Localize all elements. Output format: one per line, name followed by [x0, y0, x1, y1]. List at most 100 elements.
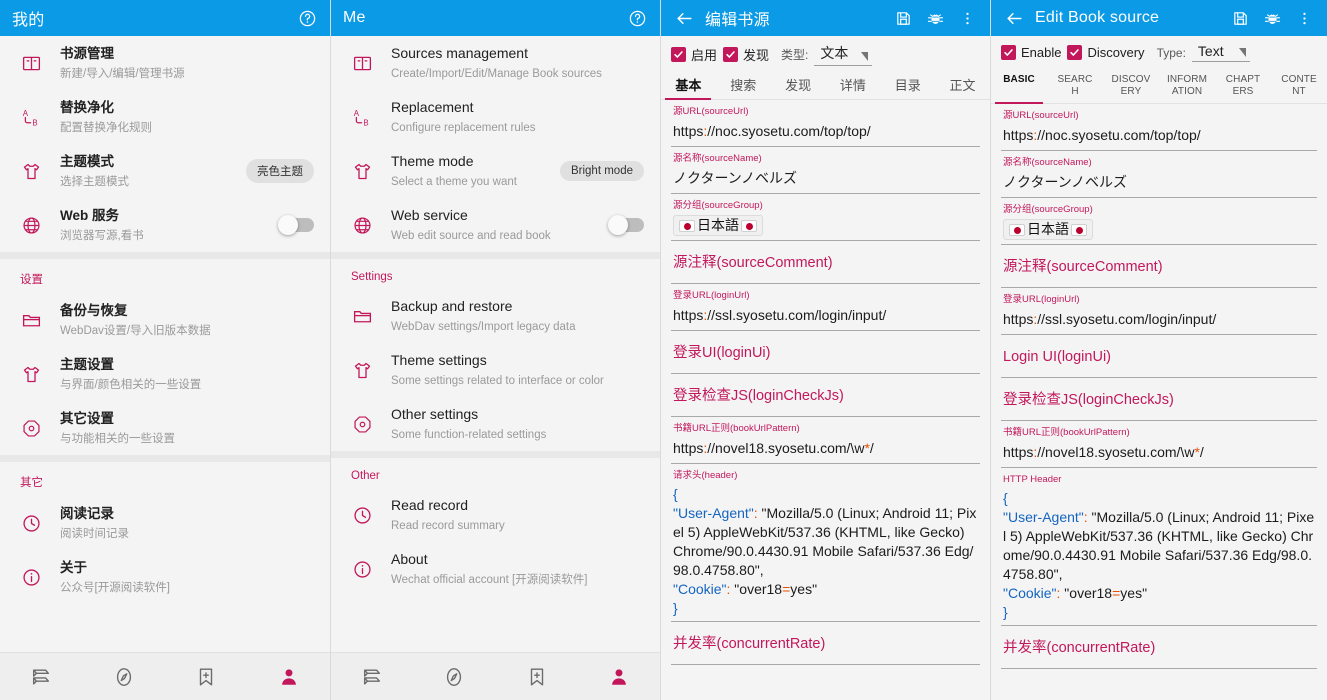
tab-搜索[interactable]: 搜索 — [716, 71, 771, 99]
tab-basic[interactable]: BASIC — [991, 67, 1047, 104]
tab-详情[interactable]: 详情 — [825, 71, 880, 99]
settings-item-folder[interactable]: Backup and restore WebDav settings/Import… — [331, 289, 660, 343]
me-scroll-en[interactable]: Sources management Create/Import/Edit/Man… — [331, 36, 660, 652]
source-group-chip[interactable]: 日本語 — [1003, 219, 1093, 240]
me-list-en: Sources management Create/Import/Edit/Man… — [331, 36, 660, 700]
settings-group: 其它 阅读记录 阅读时间记录 关于 公众号[开源阅读软件] — [0, 455, 330, 604]
field-label: 源URL(sourceUrl) — [1003, 110, 1079, 121]
save-floppy-icon[interactable] — [1229, 7, 1251, 29]
settings-item-gear-octagon[interactable]: 其它设置 与功能相关的一些设置 — [0, 401, 330, 455]
field-input[interactable] — [671, 364, 980, 374]
save-floppy-icon[interactable] — [892, 7, 914, 29]
tab-基本[interactable]: 基本 — [661, 71, 716, 100]
type-select[interactable]: Text — [1191, 43, 1250, 62]
nav-bookmark-plus[interactable] — [186, 657, 226, 697]
settings-item-subtitle: 与界面/颜色相关的一些设置 — [60, 378, 202, 391]
settings-item-clock[interactable]: 阅读记录 阅读时间记录 — [0, 496, 330, 550]
source-group-chip[interactable]: 日本語 — [673, 215, 763, 236]
field-input[interactable]: ノクターンノベルズ — [1001, 170, 1317, 198]
field-input[interactable]: https://ssl.syosetu.com/login/input/ — [671, 303, 980, 331]
tab-content[interactable]: CONTE NT — [1271, 67, 1327, 103]
editor-options-zh: 启用 发现 类型: 文本 — [661, 36, 990, 71]
type-select[interactable]: 文本 — [814, 43, 873, 66]
enable-checkbox[interactable]: 启用 — [671, 45, 717, 64]
theme-mode-chip[interactable]: 亮色主题 — [246, 159, 314, 183]
tab-目录[interactable]: 目录 — [880, 71, 935, 99]
settings-item-subtitle: Wechat official account [开源阅读软件] — [391, 573, 588, 586]
field-input[interactable] — [671, 274, 980, 284]
field-input[interactable] — [671, 407, 980, 417]
tab-information[interactable]: INFORM ATION — [1159, 67, 1215, 103]
settings-item-shirt[interactable]: Theme settings Some settings related to i… — [331, 343, 660, 397]
settings-item-book-open[interactable]: Sources management Create/Import/Edit/Man… — [331, 36, 660, 90]
discovery-checkbox[interactable]: Discovery — [1067, 45, 1145, 60]
tab-chapters[interactable]: CHAPT ERS — [1215, 67, 1271, 103]
enable-checkbox[interactable]: Enable — [1001, 45, 1061, 60]
nav-bookshelf[interactable] — [21, 657, 61, 697]
nav-person[interactable] — [269, 657, 309, 697]
nav-bookshelf[interactable] — [352, 657, 392, 697]
help-circle-icon[interactable] — [626, 7, 648, 29]
tab-正文[interactable]: 正文 — [935, 71, 990, 99]
clock-icon — [351, 505, 373, 526]
field-input[interactable] — [1001, 659, 1317, 669]
more-vertical-icon[interactable] — [1293, 7, 1315, 29]
nav-bookmark-plus[interactable] — [517, 657, 557, 697]
settings-item-replace-ab[interactable]: A B Replacement Configure replacement rules — [331, 90, 660, 144]
bug-icon[interactable] — [1261, 7, 1283, 29]
editor-fields-en[interactable]: 源URL(sourceUrl) https://noc.syosetu.com/t… — [991, 104, 1327, 700]
nav-compass[interactable] — [434, 657, 474, 697]
settings-group: 设置 备份与恢复 WebDav设置/导入旧版本数据 主题设置 与界面/颜色相关的一些设置… — [0, 252, 330, 455]
me-scroll-zh[interactable]: 书源管理 新建/导入/编辑/管理书源 A B 替换净化 配置替换净化规则 主题模式 选择主题模… — [0, 36, 330, 652]
nav-compass[interactable] — [104, 657, 144, 697]
japan-flag-icon — [1071, 224, 1087, 236]
settings-item-replace-ab[interactable]: A B 替换净化 配置替换净化规则 — [0, 90, 330, 144]
globe-icon — [351, 215, 373, 236]
settings-item-info[interactable]: 关于 公众号[开源阅读软件] — [0, 550, 330, 604]
field-input[interactable]: {"User-Agent": "Mozilla/5.0 (Linux; Andr… — [671, 483, 980, 622]
svg-text:B: B — [32, 118, 37, 127]
editor-fields-zh[interactable]: 源URL(sourceUrl) https://noc.syosetu.com/t… — [661, 100, 990, 700]
settings-item-shirt[interactable]: 主题模式 选择主题模式 亮色主题 — [0, 144, 330, 198]
web-service-toggle[interactable] — [278, 215, 314, 235]
field-input[interactable]: 日本語 — [671, 213, 980, 241]
field-input[interactable]: https://noc.syosetu.com/top/top/ — [1001, 123, 1317, 151]
tab-discovery[interactable]: DISCOV ERY — [1103, 67, 1159, 103]
settings-item-title: Web 服务 — [60, 207, 120, 223]
field-input[interactable]: ノクターンノベルズ — [671, 166, 980, 194]
help-circle-icon[interactable] — [296, 7, 318, 29]
field-input[interactable]: https://novel18.syosetu.com/\w*/ — [1001, 440, 1317, 468]
settings-item-globe[interactable]: Web 服务 浏览器写源,看书 — [0, 198, 330, 252]
checkmark-icon — [1067, 45, 1083, 60]
field-input[interactable] — [1001, 278, 1317, 288]
field-input[interactable] — [1001, 368, 1317, 378]
settings-item-clock[interactable]: Read record Read record summary — [331, 488, 660, 542]
settings-item-book-open[interactable]: 书源管理 新建/导入/编辑/管理书源 — [0, 36, 330, 90]
bug-icon[interactable] — [924, 7, 946, 29]
field-input[interactable]: https://ssl.syosetu.com/login/input/ — [1001, 307, 1317, 335]
tab-search[interactable]: SEARC H — [1047, 67, 1103, 103]
settings-item-shirt[interactable]: 主题设置 与界面/颜色相关的一些设置 — [0, 347, 330, 401]
more-vertical-icon[interactable] — [956, 7, 978, 29]
settings-item-gear-octagon[interactable]: Other settings Some function-related sett… — [331, 397, 660, 451]
field-input[interactable]: {"User-Agent": "Mozilla/5.0 (Linux; Andr… — [1001, 487, 1317, 626]
field-input[interactable] — [671, 655, 980, 665]
discovery-checkbox[interactable]: 发现 — [723, 45, 769, 64]
arrow-left-icon[interactable] — [1003, 7, 1025, 29]
tab-发现[interactable]: 发现 — [771, 71, 826, 99]
settings-item-subtitle: 配置替换净化规则 — [60, 121, 152, 134]
form-field: Login UI(loginUi) — [1001, 335, 1317, 378]
settings-item-globe[interactable]: Web service Web edit source and read book — [331, 198, 660, 252]
field-input[interactable] — [1001, 411, 1317, 421]
nav-person[interactable] — [599, 657, 639, 697]
bottom-nav-en — [331, 652, 660, 700]
field-input[interactable]: https://novel18.syosetu.com/\w*/ — [671, 436, 980, 464]
settings-item-info[interactable]: About Wechat official account [开源阅读软件] — [331, 542, 660, 596]
field-input[interactable]: 日本語 — [1001, 217, 1317, 245]
theme-mode-chip[interactable]: Bright mode — [559, 161, 644, 181]
field-input[interactable]: https://noc.syosetu.com/top/top/ — [671, 119, 980, 147]
arrow-left-icon[interactable] — [673, 7, 695, 29]
web-service-toggle[interactable] — [608, 215, 644, 235]
settings-item-folder[interactable]: 备份与恢复 WebDav设置/导入旧版本数据 — [0, 293, 330, 347]
settings-item-shirt[interactable]: Theme mode Select a theme you want Bright … — [331, 144, 660, 198]
